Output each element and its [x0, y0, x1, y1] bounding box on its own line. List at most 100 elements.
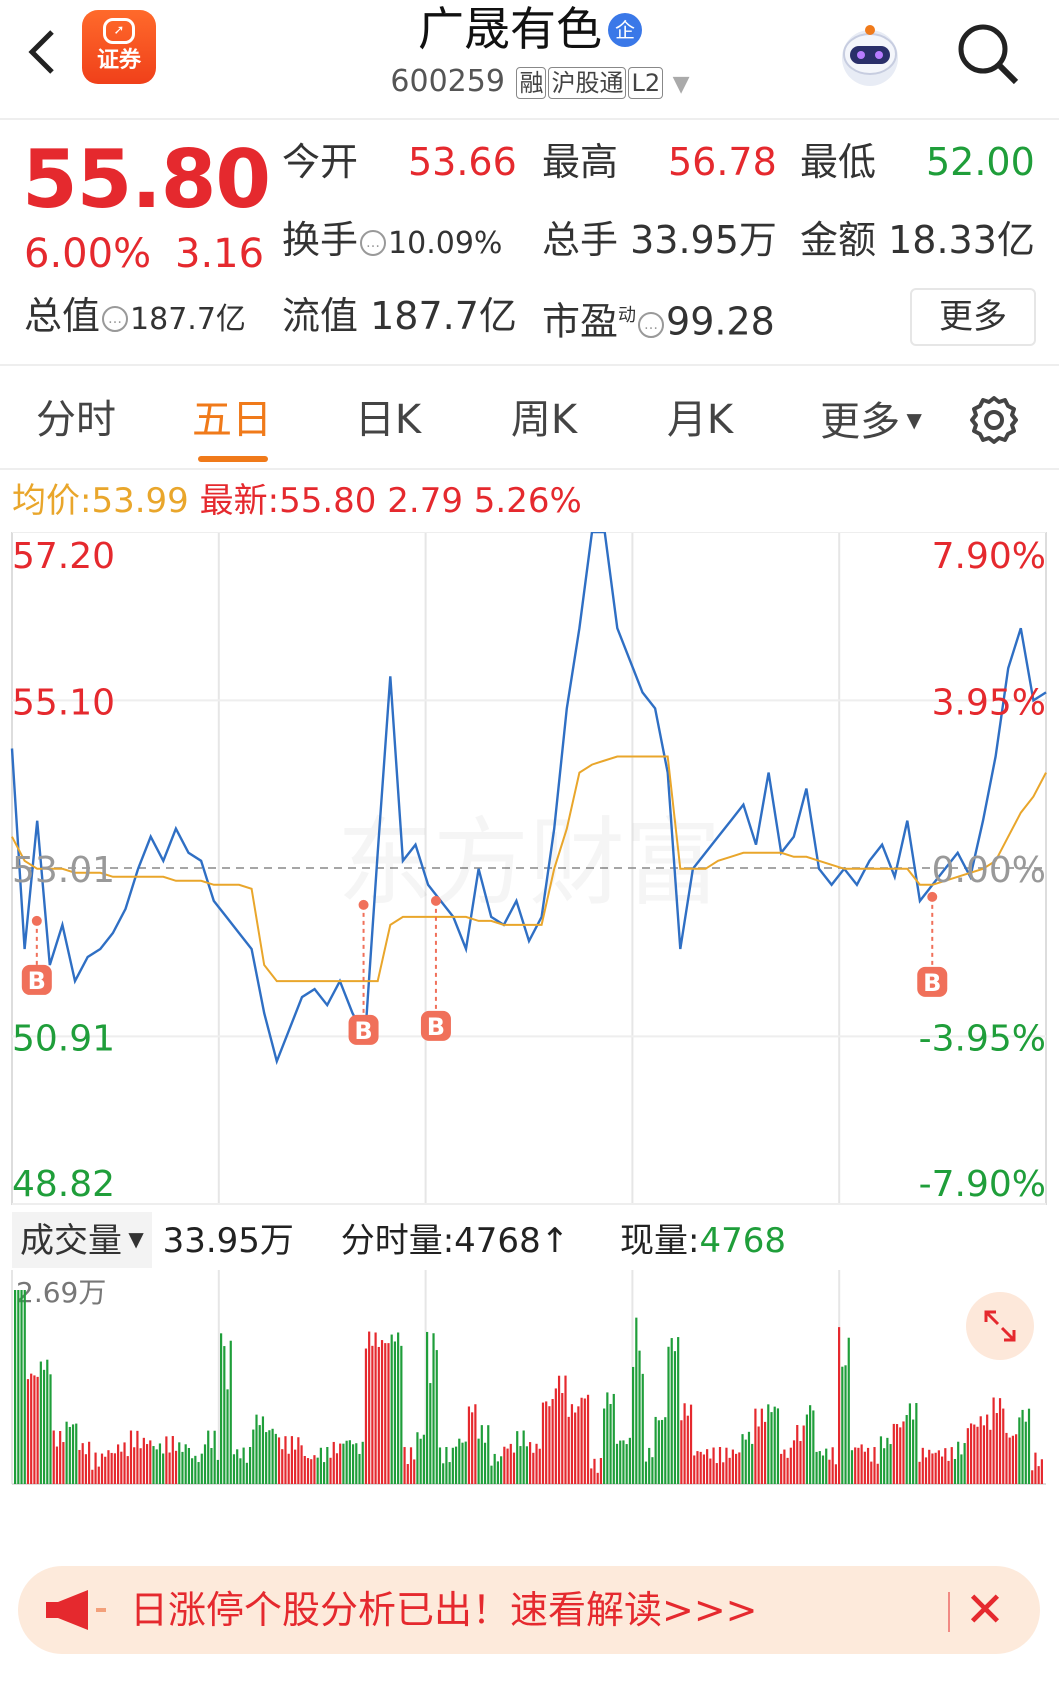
volume-bar: [838, 1327, 841, 1484]
volume-bar: [609, 1403, 612, 1484]
volume-bar: [741, 1434, 744, 1484]
volume-bar: [345, 1440, 348, 1484]
tab-more[interactable]: 更多 ▼: [806, 390, 936, 452]
volume-bar: [612, 1393, 615, 1484]
volume-bar: [329, 1457, 332, 1484]
volume-bar: [825, 1448, 828, 1484]
volume-item: 总手 33.95万: [542, 216, 777, 264]
volume-bar: [747, 1431, 751, 1484]
volume-bar: [158, 1443, 162, 1484]
volume-bar: [718, 1447, 722, 1484]
volume-indicator-select[interactable]: 成交量 ▼: [12, 1212, 152, 1268]
stock-name: 广晟有色企: [330, 2, 730, 56]
volume-bar: [59, 1431, 62, 1484]
avg-value: 53.99: [91, 481, 189, 521]
volume-bar: [49, 1374, 52, 1484]
volume-bar: [931, 1453, 934, 1484]
volume-bar: [934, 1452, 937, 1484]
volume-bar: [963, 1443, 966, 1484]
volume-bar: [152, 1446, 155, 1484]
tab-monthly-k[interactable]: 月K: [650, 390, 750, 450]
tab-daily-k[interactable]: 日K: [338, 390, 438, 450]
margin-tag: 融: [516, 67, 547, 99]
gear-icon[interactable]: [966, 392, 1022, 448]
volume-bar: [512, 1452, 516, 1484]
buy-marker-label: B: [923, 969, 941, 997]
tab-five-day[interactable]: 五日: [182, 390, 282, 450]
volume-bar: [783, 1449, 786, 1484]
tab-more-label: 更多: [820, 399, 901, 445]
stock-code-row[interactable]: 600259 融沪股通 L2 ▼: [340, 62, 740, 105]
volume-bar: [702, 1454, 706, 1484]
info-icon[interactable]: …: [638, 311, 665, 338]
volume-bar: [165, 1436, 168, 1484]
volume-bar: [471, 1412, 474, 1484]
y-right-tick-label: 0.00%: [932, 850, 1046, 891]
chevron-left-icon[interactable]: [18, 20, 74, 84]
pe-value: 99.28: [666, 299, 775, 344]
volume-bar: [757, 1426, 760, 1484]
volume-bar: [332, 1441, 335, 1484]
volume-bar: [660, 1419, 664, 1484]
volume-bar: [277, 1437, 281, 1484]
info-icon[interactable]: …: [102, 306, 129, 332]
volume-bar: [706, 1449, 709, 1484]
volume-bar: [261, 1416, 265, 1484]
info-icon[interactable]: …: [360, 230, 387, 256]
tab-intraday[interactable]: 分时: [26, 390, 126, 450]
volume-bar: [522, 1430, 525, 1484]
volume-bar: [17, 1290, 20, 1484]
volume-bar: [403, 1447, 406, 1484]
banner-text[interactable]: 日涨停个股分析已出！速看解读>>>: [130, 1586, 758, 1634]
volume-bar: [297, 1437, 300, 1484]
volume-bar: [197, 1462, 200, 1484]
volume-bar: [42, 1369, 46, 1484]
search-icon[interactable]: [950, 16, 1026, 92]
volume-bar: [419, 1438, 422, 1484]
volume-bar: [91, 1469, 94, 1484]
volume-bar: [155, 1449, 158, 1484]
volume-bar: [947, 1460, 950, 1484]
pe-dynamic-sup: 动: [618, 305, 637, 326]
volume-bar: [203, 1444, 207, 1484]
y-left-tick-label: 57.20: [12, 536, 115, 577]
volume-bar: [722, 1462, 725, 1484]
volume-bar: [828, 1459, 831, 1484]
top-bar: ➚ 证券 广晟有色企 600259 融沪股通 L2 ▼: [0, 0, 1059, 120]
volume-bar: [274, 1433, 277, 1484]
more-button[interactable]: 更多: [910, 288, 1036, 346]
volume-bar: [210, 1448, 213, 1484]
volume-bar: [638, 1350, 641, 1484]
volume-bar: [969, 1423, 973, 1484]
volume-bar: [883, 1448, 886, 1484]
volume-bar: [107, 1450, 110, 1484]
volume-bar: [358, 1453, 361, 1484]
latest-change-pct: 5.26%: [473, 481, 582, 521]
volume-bar: [290, 1436, 294, 1484]
volume-bar: [429, 1383, 432, 1484]
tab-weekly-k[interactable]: 周K: [494, 390, 594, 450]
robot-avatar-icon[interactable]: [830, 12, 910, 92]
volume-bar: [248, 1447, 252, 1484]
volume-bar: [306, 1458, 310, 1484]
volume-bar: [113, 1453, 116, 1484]
volume-bar: [390, 1334, 393, 1484]
volume-bar: [805, 1414, 809, 1484]
volume-bar: [754, 1408, 757, 1484]
close-icon[interactable]: ✕: [960, 1586, 1010, 1636]
open-value: 53.66: [408, 140, 517, 184]
expand-icon[interactable]: [966, 1292, 1034, 1360]
volume-bar: [979, 1416, 982, 1484]
volume-bar: [989, 1429, 992, 1484]
volume-bar: [635, 1317, 638, 1484]
active-tab-indicator: [198, 456, 268, 462]
volume-bar: [380, 1340, 384, 1484]
mktcap-label: 总值: [24, 294, 101, 338]
five-day-chart[interactable]: 东方财富 57.20 55.10 53.01 50.91 48.82 7.90% 3.95% 0…: [0, 532, 1059, 1490]
volume-bar: [371, 1345, 374, 1484]
float-value: 187.7亿: [370, 294, 517, 338]
volume-bar: [1008, 1437, 1011, 1484]
caret-down-icon: ▼: [900, 408, 922, 432]
volume-bar: [284, 1436, 287, 1484]
app-logo[interactable]: ➚ 证券: [82, 10, 156, 84]
